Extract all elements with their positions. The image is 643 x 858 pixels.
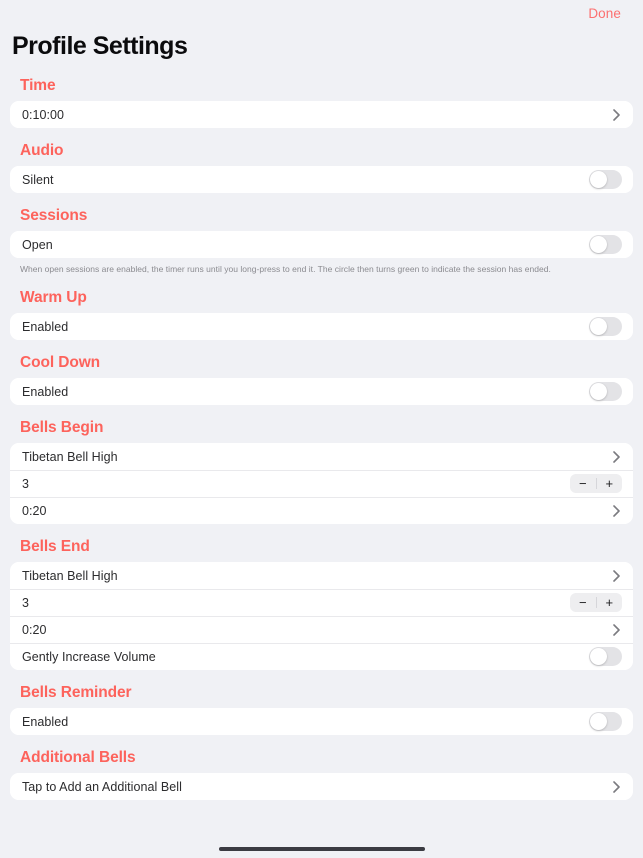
row-sessions-open[interactable]: Open	[10, 231, 633, 258]
toggle-warm-up-enabled[interactable]	[589, 317, 622, 336]
row-bells-end-0-20[interactable]: 0:20	[10, 616, 633, 643]
section-header-warm-up: Warm Up	[20, 289, 87, 306]
toggle-bells-end-gently-increase-volume[interactable]	[589, 647, 622, 666]
chevron-right-icon	[610, 108, 622, 122]
section-bells-reminder: Bells Reminder Enabled	[10, 670, 633, 735]
settings-list[interactable]: Time 0:10:00 Audio Silent Sessions Open When o…	[0, 63, 643, 840]
row-bells-begin-0-20[interactable]: 0:20	[10, 497, 633, 524]
toggle-knob	[590, 236, 607, 253]
row-bells-begin-tibetan-bell-high[interactable]: Tibetan Bell High	[10, 443, 633, 470]
home-indicator-area	[0, 840, 643, 858]
chevron-right-icon	[610, 450, 622, 464]
section-warm-up: Warm Up Enabled	[10, 275, 633, 340]
stepper-decrement-button[interactable]: −	[570, 474, 596, 493]
card-bells-reminder: Enabled	[10, 708, 633, 735]
profile-settings-screen: Done Profile Settings Time 0:10:00 Audio Si…	[0, 0, 643, 858]
row-bells-reminder-enabled[interactable]: Enabled	[10, 708, 633, 735]
stepper-bells-begin[interactable]: − +	[570, 474, 622, 493]
section-header-bells-end: Bells End	[20, 538, 90, 555]
stepper-increment-button[interactable]: +	[597, 593, 623, 612]
row-bells-begin-3[interactable]: 3 − +	[10, 470, 633, 497]
row-label: Gently Increase Volume	[22, 649, 156, 664]
toggle-knob	[590, 318, 607, 335]
stepper-bells-end[interactable]: − +	[570, 593, 622, 612]
stepper-decrement-button[interactable]: −	[570, 593, 596, 612]
chevron-right-icon	[610, 780, 622, 794]
row-label: 0:20	[22, 503, 47, 518]
toggle-knob	[590, 713, 607, 730]
card-audio: Silent	[10, 166, 633, 193]
row-audio-silent[interactable]: Silent	[10, 166, 633, 193]
section-header-bells-reminder: Bells Reminder	[20, 684, 132, 701]
row-label: Open	[22, 237, 53, 252]
chevron-right-icon	[610, 569, 622, 583]
done-button[interactable]: Done	[582, 4, 627, 23]
row-label: Enabled	[22, 384, 69, 399]
row-label: Tap to Add an Additional Bell	[22, 779, 182, 794]
toggle-knob	[590, 648, 607, 665]
row-time-0-10-00[interactable]: 0:10:00	[10, 101, 633, 128]
row-label: Enabled	[22, 319, 69, 334]
section-header-bells-begin: Bells Begin	[20, 419, 104, 436]
card-warm-up: Enabled	[10, 313, 633, 340]
footnote-sessions: When open sessions are enabled, the time…	[20, 264, 551, 274]
stepper-increment-button[interactable]: +	[597, 474, 623, 493]
section-header-audio: Audio	[20, 142, 64, 159]
row-cool-down-enabled[interactable]: Enabled	[10, 378, 633, 405]
section-bells-end: Bells End Tibetan Bell High 3− +0:20 Gently …	[10, 524, 633, 670]
section-header-time: Time	[20, 77, 56, 94]
row-label: 3	[22, 476, 30, 491]
toggle-bells-reminder-enabled[interactable]	[589, 712, 622, 731]
card-bells-begin: Tibetan Bell High 3− +0:20	[10, 443, 633, 524]
chevron-right-icon	[610, 623, 622, 637]
row-bells-end-3[interactable]: 3 − +	[10, 589, 633, 616]
card-sessions: Open	[10, 231, 633, 258]
row-label: 3	[22, 595, 30, 610]
row-label: Silent	[22, 172, 54, 187]
page-title: Profile Settings	[12, 32, 188, 60]
card-cool-down: Enabled	[10, 378, 633, 405]
section-cool-down: Cool Down Enabled	[10, 340, 633, 405]
row-label: Tibetan Bell High	[22, 449, 118, 464]
row-label: Enabled	[22, 714, 69, 729]
row-label: 0:10:00	[22, 107, 65, 122]
section-header-additional-bells: Additional Bells	[20, 749, 136, 766]
toggle-sessions-open[interactable]	[589, 235, 622, 254]
row-bells-end-tibetan-bell-high[interactable]: Tibetan Bell High	[10, 562, 633, 589]
section-header-sessions: Sessions	[20, 207, 88, 224]
chevron-right-icon	[610, 504, 622, 518]
section-time: Time 0:10:00	[10, 63, 633, 128]
section-audio: Audio Silent	[10, 128, 633, 193]
card-bells-end: Tibetan Bell High 3− +0:20 Gently Increase …	[10, 562, 633, 670]
card-time: 0:10:00	[10, 101, 633, 128]
toggle-knob	[590, 383, 607, 400]
row-label: Tibetan Bell High	[22, 568, 118, 583]
section-header-cool-down: Cool Down	[20, 354, 101, 371]
section-bells-begin: Bells Begin Tibetan Bell High 3− +0:20	[10, 405, 633, 524]
toggle-knob	[590, 171, 607, 188]
row-label: 0:20	[22, 622, 47, 637]
row-warm-up-enabled[interactable]: Enabled	[10, 313, 633, 340]
card-additional-bells: Tap to Add an Additional Bell	[10, 773, 633, 800]
home-indicator[interactable]	[218, 847, 425, 851]
row-bells-end-gently-increase-volume[interactable]: Gently Increase Volume	[10, 643, 633, 670]
section-additional-bells: Additional Bells Tap to Add an Additional…	[10, 735, 633, 800]
toggle-cool-down-enabled[interactable]	[589, 382, 622, 401]
row-additional-bells-tap-to-add-an-additional-bell[interactable]: Tap to Add an Additional Bell	[10, 773, 633, 800]
toggle-audio-silent[interactable]	[589, 170, 622, 189]
navigation-bar: Done	[0, 0, 643, 27]
section-sessions: Sessions Open When open sessions are enabl…	[10, 193, 633, 275]
